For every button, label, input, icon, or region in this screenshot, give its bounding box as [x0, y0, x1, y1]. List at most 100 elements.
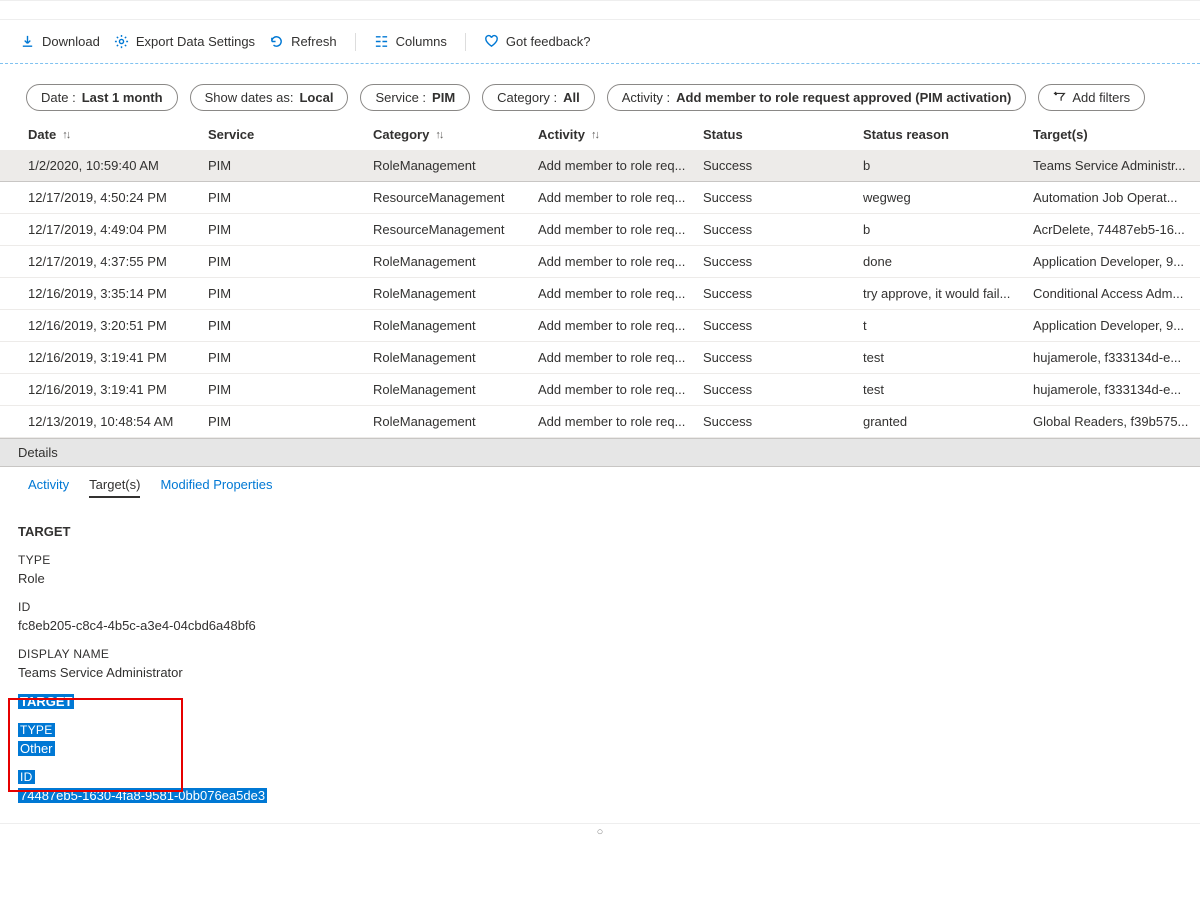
cell-targets: hujamerole, f333134d-e...: [1033, 382, 1200, 397]
filter-service[interactable]: Service : PIM: [360, 84, 470, 111]
table-row[interactable]: 12/16/2019, 3:20:51 PMPIMRoleManagementA…: [0, 310, 1200, 342]
refresh-icon: [269, 34, 284, 49]
cell-activity: Add member to role req...: [538, 190, 703, 205]
feedback-button[interactable]: Got feedback?: [482, 30, 593, 53]
filter-show-dates[interactable]: Show dates as: Local: [190, 84, 349, 111]
table-row[interactable]: 1/2/2020, 10:59:40 AMPIMRoleManagementAd…: [0, 150, 1200, 182]
cell-service: PIM: [208, 222, 373, 237]
cell-activity: Add member to role req...: [538, 286, 703, 301]
feedback-label: Got feedback?: [506, 34, 591, 49]
filter-category[interactable]: Category : All: [482, 84, 595, 111]
separator: [465, 33, 466, 51]
cell-category: RoleManagement: [373, 254, 538, 269]
col-service[interactable]: Service: [208, 127, 373, 142]
cell-service: PIM: [208, 190, 373, 205]
id2-label: ID: [18, 770, 1182, 784]
cell-activity: Add member to role req...: [538, 350, 703, 365]
cell-activity: Add member to role req...: [538, 158, 703, 173]
download-button[interactable]: Download: [18, 30, 102, 53]
col-date[interactable]: Date↑↓: [28, 127, 208, 142]
cell-reason: t: [863, 318, 1033, 333]
resize-handle[interactable]: ○: [0, 823, 1200, 840]
title-bar-spacer: [0, 0, 1200, 20]
tab-activity[interactable]: Activity: [28, 473, 69, 498]
cell-reason: b: [863, 158, 1033, 173]
cell-targets: Application Developer, 9...: [1033, 254, 1200, 269]
cell-service: PIM: [208, 350, 373, 365]
cell-service: PIM: [208, 382, 373, 397]
table-row[interactable]: 12/16/2019, 3:35:14 PMPIMRoleManagementA…: [0, 278, 1200, 310]
tab-targets[interactable]: Target(s): [89, 473, 140, 498]
filter-activity[interactable]: Activity : Add member to role request ap…: [607, 84, 1027, 111]
cell-reason: test: [863, 382, 1033, 397]
export-button[interactable]: Export Data Settings: [112, 30, 257, 53]
cell-targets: AcrDelete, 74487eb5-16...: [1033, 222, 1200, 237]
displayname-label: DISPLAY NAME: [18, 647, 1182, 661]
cell-category: RoleManagement: [373, 286, 538, 301]
cell-targets: Automation Job Operat...: [1033, 190, 1200, 205]
refresh-label: Refresh: [291, 34, 337, 49]
table-row[interactable]: 12/16/2019, 3:19:41 PMPIMRoleManagementA…: [0, 374, 1200, 406]
add-filters-button[interactable]: Add filters: [1038, 84, 1145, 111]
cell-status: Success: [703, 190, 863, 205]
cell-category: RoleManagement: [373, 414, 538, 429]
cell-targets: hujamerole, f333134d-e...: [1033, 350, 1200, 365]
id-value: fc8eb205-c8c4-4b5c-a3e4-04cbd6a48bf6: [18, 618, 1182, 633]
cell-date: 1/2/2020, 10:59:40 AM: [28, 158, 208, 173]
cell-activity: Add member to role req...: [538, 222, 703, 237]
cell-activity: Add member to role req...: [538, 318, 703, 333]
download-label: Download: [42, 34, 100, 49]
cell-targets: Conditional Access Adm...: [1033, 286, 1200, 301]
type2-value: Other: [18, 741, 1182, 756]
type2-label: TYPE: [18, 723, 1182, 737]
cell-service: PIM: [208, 158, 373, 173]
tab-modified-properties[interactable]: Modified Properties: [160, 473, 272, 498]
cell-status: Success: [703, 222, 863, 237]
id-label: ID: [18, 600, 1182, 614]
cell-status: Success: [703, 382, 863, 397]
type-label: TYPE: [18, 553, 1182, 567]
table-row[interactable]: 12/17/2019, 4:37:55 PMPIMRoleManagementA…: [0, 246, 1200, 278]
cell-service: PIM: [208, 254, 373, 269]
add-filter-icon: [1053, 91, 1066, 104]
cell-category: RoleManagement: [373, 158, 538, 173]
cell-status: Success: [703, 350, 863, 365]
cell-reason: try approve, it would fail...: [863, 286, 1033, 301]
cell-targets: Application Developer, 9...: [1033, 318, 1200, 333]
col-targets[interactable]: Target(s): [1033, 127, 1200, 142]
highlighted-target-block: TARGET TYPE Other ID 74487eb5-1630-4fa8-…: [18, 694, 1182, 803]
table-row[interactable]: 12/16/2019, 3:19:41 PMPIMRoleManagementA…: [0, 342, 1200, 374]
cell-category: RoleManagement: [373, 350, 538, 365]
filter-date[interactable]: Date : Last 1 month: [26, 84, 178, 111]
target-heading: TARGET: [18, 524, 1182, 539]
gear-icon: [114, 34, 129, 49]
separator: [355, 33, 356, 51]
details-tabs: Activity Target(s) Modified Properties: [0, 467, 1200, 502]
details-header: Details: [0, 438, 1200, 467]
cell-status: Success: [703, 414, 863, 429]
col-activity[interactable]: Activity↑↓: [538, 127, 703, 142]
col-status-reason[interactable]: Status reason: [863, 127, 1033, 142]
cell-targets: Global Readers, f39b575...: [1033, 414, 1200, 429]
table-row[interactable]: 12/13/2019, 10:48:54 AMPIMRoleManagement…: [0, 406, 1200, 438]
cell-service: PIM: [208, 286, 373, 301]
columns-button[interactable]: Columns: [372, 30, 449, 53]
cell-reason: b: [863, 222, 1033, 237]
col-status[interactable]: Status: [703, 127, 863, 142]
table-row[interactable]: 12/17/2019, 4:49:04 PMPIMResourceManagem…: [0, 214, 1200, 246]
cell-date: 12/16/2019, 3:19:41 PM: [28, 350, 208, 365]
heart-icon: [484, 34, 499, 49]
cell-category: RoleManagement: [373, 318, 538, 333]
cell-status: Success: [703, 318, 863, 333]
sort-icon: ↑↓: [62, 129, 69, 141]
cell-status: Success: [703, 286, 863, 301]
refresh-button[interactable]: Refresh: [267, 30, 339, 53]
table-body: 1/2/2020, 10:59:40 AMPIMRoleManagementAd…: [0, 150, 1200, 438]
cell-category: ResourceManagement: [373, 190, 538, 205]
cell-activity: Add member to role req...: [538, 414, 703, 429]
col-category[interactable]: Category↑↓: [373, 127, 538, 142]
cell-targets: Teams Service Administr...: [1033, 158, 1200, 173]
command-bar: Download Export Data Settings Refresh Co…: [0, 20, 1200, 64]
table-row[interactable]: 12/17/2019, 4:50:24 PMPIMResourceManagem…: [0, 182, 1200, 214]
details-body: TARGET TYPE Role ID fc8eb205-c8c4-4b5c-a…: [0, 502, 1200, 823]
